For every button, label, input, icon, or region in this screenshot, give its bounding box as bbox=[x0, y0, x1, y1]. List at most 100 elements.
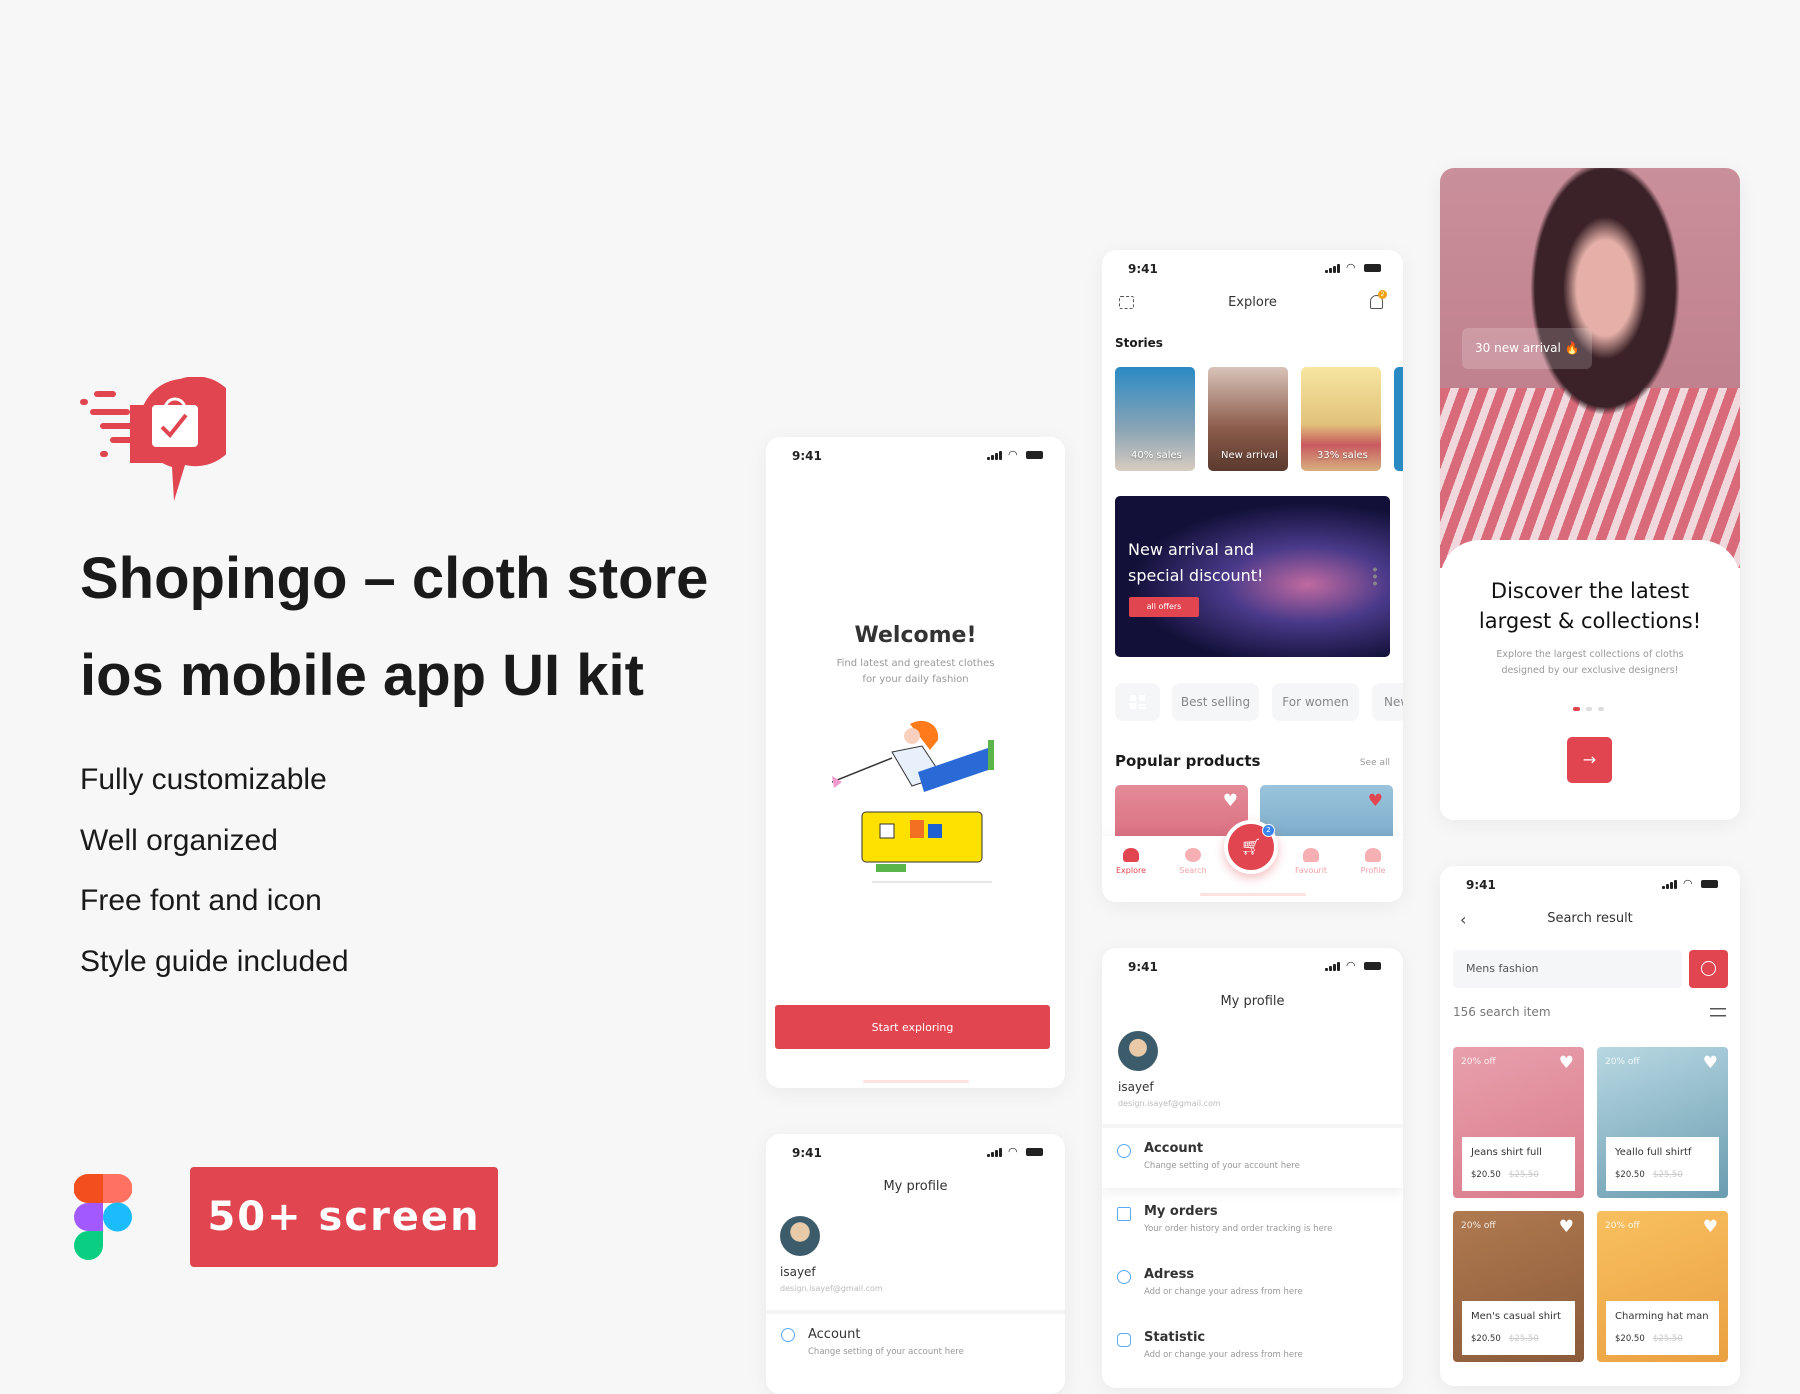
avatar[interactable] bbox=[1118, 1031, 1158, 1071]
signal-icon bbox=[987, 451, 1002, 460]
item-subtitle: Change setting of your account here bbox=[808, 1347, 964, 1357]
signal-icon bbox=[1662, 880, 1677, 889]
see-all-link[interactable]: See all bbox=[1360, 758, 1390, 768]
all-offers-button[interactable]: all offers bbox=[1129, 597, 1199, 617]
product-info: Men's casual shirt $20.50 $25.50 bbox=[1462, 1301, 1575, 1355]
discount-label: 20% off bbox=[1461, 1221, 1496, 1231]
product-card[interactable]: 20% off ♥ Jeans shirt full $20.50 $25.50 bbox=[1453, 1047, 1584, 1198]
nav-label: Profile bbox=[1360, 866, 1386, 875]
story-card[interactable] bbox=[1394, 367, 1403, 471]
nav-search[interactable]: Search bbox=[1168, 836, 1218, 875]
nav-profile[interactable]: Profile bbox=[1348, 836, 1398, 875]
screen-count-button[interactable]: 50+ screen bbox=[190, 1167, 498, 1267]
product-old-price: $25.50 bbox=[1653, 1334, 1683, 1344]
product-card[interactable]: 20% off ♥ Charming hat man $20.50 $25.50 bbox=[1597, 1211, 1728, 1362]
nav-label: Favourit bbox=[1294, 866, 1328, 875]
search-input[interactable]: Mens fashion bbox=[1453, 950, 1682, 988]
carousel-dots[interactable] bbox=[1373, 566, 1377, 586]
wifi-icon: ◠ bbox=[1008, 448, 1018, 461]
chip-for-women[interactable]: For women bbox=[1272, 683, 1359, 721]
welcome-screen: 9:41 ◠ Welcome! Find latest and greatest … bbox=[766, 437, 1065, 1088]
figma-logo-icon bbox=[73, 1174, 133, 1260]
signal-icon bbox=[987, 1148, 1002, 1157]
page-dot bbox=[1598, 707, 1604, 711]
heart-icon[interactable]: ♥ bbox=[1703, 1055, 1718, 1072]
cart-icon: 🛒︎ bbox=[1240, 837, 1262, 856]
status-bar: 9:41 ◠ bbox=[766, 1134, 1065, 1174]
onboarding-screen: 30 new arrival 🔥 Discover the latest lar… bbox=[1440, 168, 1740, 820]
banner-title: New arrival and bbox=[1128, 540, 1255, 559]
search-button[interactable] bbox=[1689, 950, 1728, 988]
onboarding-title: largest & collections! bbox=[1478, 609, 1702, 633]
profile-item-statistic[interactable]: Statistic Add or change your adress from… bbox=[1102, 1319, 1403, 1379]
heart-icon[interactable]: ♥ bbox=[1703, 1219, 1718, 1236]
grid-icon bbox=[1129, 695, 1146, 709]
status-bar: 9:41 ◠ bbox=[1440, 866, 1740, 906]
user-icon bbox=[1365, 848, 1381, 862]
battery-icon bbox=[1364, 264, 1381, 272]
status-time: 9:41 bbox=[1466, 878, 1496, 892]
profile-title: My profile bbox=[1220, 994, 1285, 1009]
feature-item: Fully customizable bbox=[80, 763, 327, 796]
nav-label: Search bbox=[1179, 866, 1207, 875]
chart-icon bbox=[1117, 1333, 1131, 1347]
profile-item-adress[interactable]: Adress Add or change your adress from he… bbox=[1102, 1256, 1403, 1316]
battery-icon bbox=[1701, 880, 1718, 888]
onboarding-subtitle: designed by our exclusive designers! bbox=[1501, 665, 1679, 676]
story-card[interactable]: New arrival bbox=[1208, 367, 1288, 471]
popular-title: Popular products bbox=[1115, 752, 1261, 770]
chip-new[interactable]: New bbox=[1372, 683, 1403, 721]
arrow-right-icon: → bbox=[1582, 750, 1597, 769]
avatar[interactable] bbox=[780, 1216, 820, 1256]
page-indicator[interactable] bbox=[1573, 707, 1607, 711]
signal-icon bbox=[1325, 962, 1340, 971]
status-bar: 9:41 ◠ bbox=[1102, 948, 1403, 988]
profile-item-my-orders[interactable]: My orders Your order history and order t… bbox=[1102, 1193, 1403, 1253]
page-dot-active bbox=[1573, 707, 1580, 711]
product-card[interactable]: 20% off ♥ Men's casual shirt $20.50 $25.50 bbox=[1453, 1211, 1584, 1362]
result-count: 156 search item bbox=[1453, 1005, 1551, 1019]
profile-item-account[interactable]: Account Change setting of your account h… bbox=[1102, 1128, 1403, 1188]
status-time: 9:41 bbox=[1128, 960, 1158, 974]
product-old-price: $25.50 bbox=[1509, 1334, 1539, 1344]
promo-banner[interactable]: New arrival and special discount! all of… bbox=[1115, 496, 1390, 657]
search-icon bbox=[1185, 848, 1201, 862]
item-title: Account bbox=[1144, 1141, 1204, 1156]
heart-icon[interactable]: ♥ bbox=[1368, 791, 1383, 811]
story-card[interactable]: 33% sales bbox=[1301, 367, 1381, 471]
status-time: 9:41 bbox=[1128, 262, 1158, 276]
start-exploring-label: Start exploring bbox=[871, 1020, 954, 1034]
heart-icon[interactable]: ♥ bbox=[1223, 791, 1238, 811]
chip-best-selling[interactable]: Best selling bbox=[1172, 683, 1259, 721]
product-info: Charming hat man $20.50 $25.50 bbox=[1606, 1301, 1719, 1355]
product-price: $20.50 bbox=[1471, 1334, 1501, 1344]
item-subtitle: Add or change your adress from here bbox=[1144, 1287, 1303, 1297]
wifi-icon: ◠ bbox=[1008, 1145, 1018, 1158]
nav-favourit[interactable]: Favourit bbox=[1286, 836, 1336, 875]
product-card[interactable]: 20% off ♥ Yeallo full shirtf $20.50 $25.50 bbox=[1597, 1047, 1728, 1198]
user-icon bbox=[1117, 1144, 1131, 1158]
heart-icon[interactable]: ♥ bbox=[1559, 1055, 1574, 1072]
product-info: Jeans shirt full $20.50 $25.50 bbox=[1462, 1137, 1575, 1191]
heart-icon[interactable]: ♥ bbox=[1559, 1219, 1574, 1236]
onboarding-subtitle: Explore the largest collections of cloth… bbox=[1496, 649, 1684, 660]
next-button[interactable]: → bbox=[1567, 737, 1612, 783]
profile-name: isayef bbox=[780, 1265, 816, 1279]
story-card[interactable]: 40% sales bbox=[1115, 367, 1195, 471]
story-label: 40% sales bbox=[1131, 450, 1182, 461]
profile-item-account[interactable]: Account Change setting of your account h… bbox=[766, 1314, 1065, 1364]
search-title: Search result bbox=[1547, 911, 1633, 926]
start-exploring-button[interactable]: Start exploring bbox=[775, 1005, 1050, 1049]
explore-title: Explore bbox=[1228, 295, 1277, 310]
status-bar: 9:41 ◠ bbox=[1102, 250, 1403, 290]
product-price: $20.50 bbox=[1615, 1334, 1645, 1344]
category-grid-button[interactable] bbox=[1115, 683, 1160, 721]
nav-explore[interactable]: Explore bbox=[1106, 836, 1156, 875]
welcome-subtitle: for your daily fashion bbox=[862, 674, 969, 685]
stories-label: Stories bbox=[1115, 336, 1163, 350]
wifi-icon: ◠ bbox=[1346, 959, 1356, 972]
filter-icon[interactable] bbox=[1710, 1005, 1726, 1019]
page-dot bbox=[1586, 707, 1592, 711]
product-old-price: $25.50 bbox=[1653, 1170, 1683, 1180]
shopping-bag-check-icon bbox=[80, 376, 241, 501]
